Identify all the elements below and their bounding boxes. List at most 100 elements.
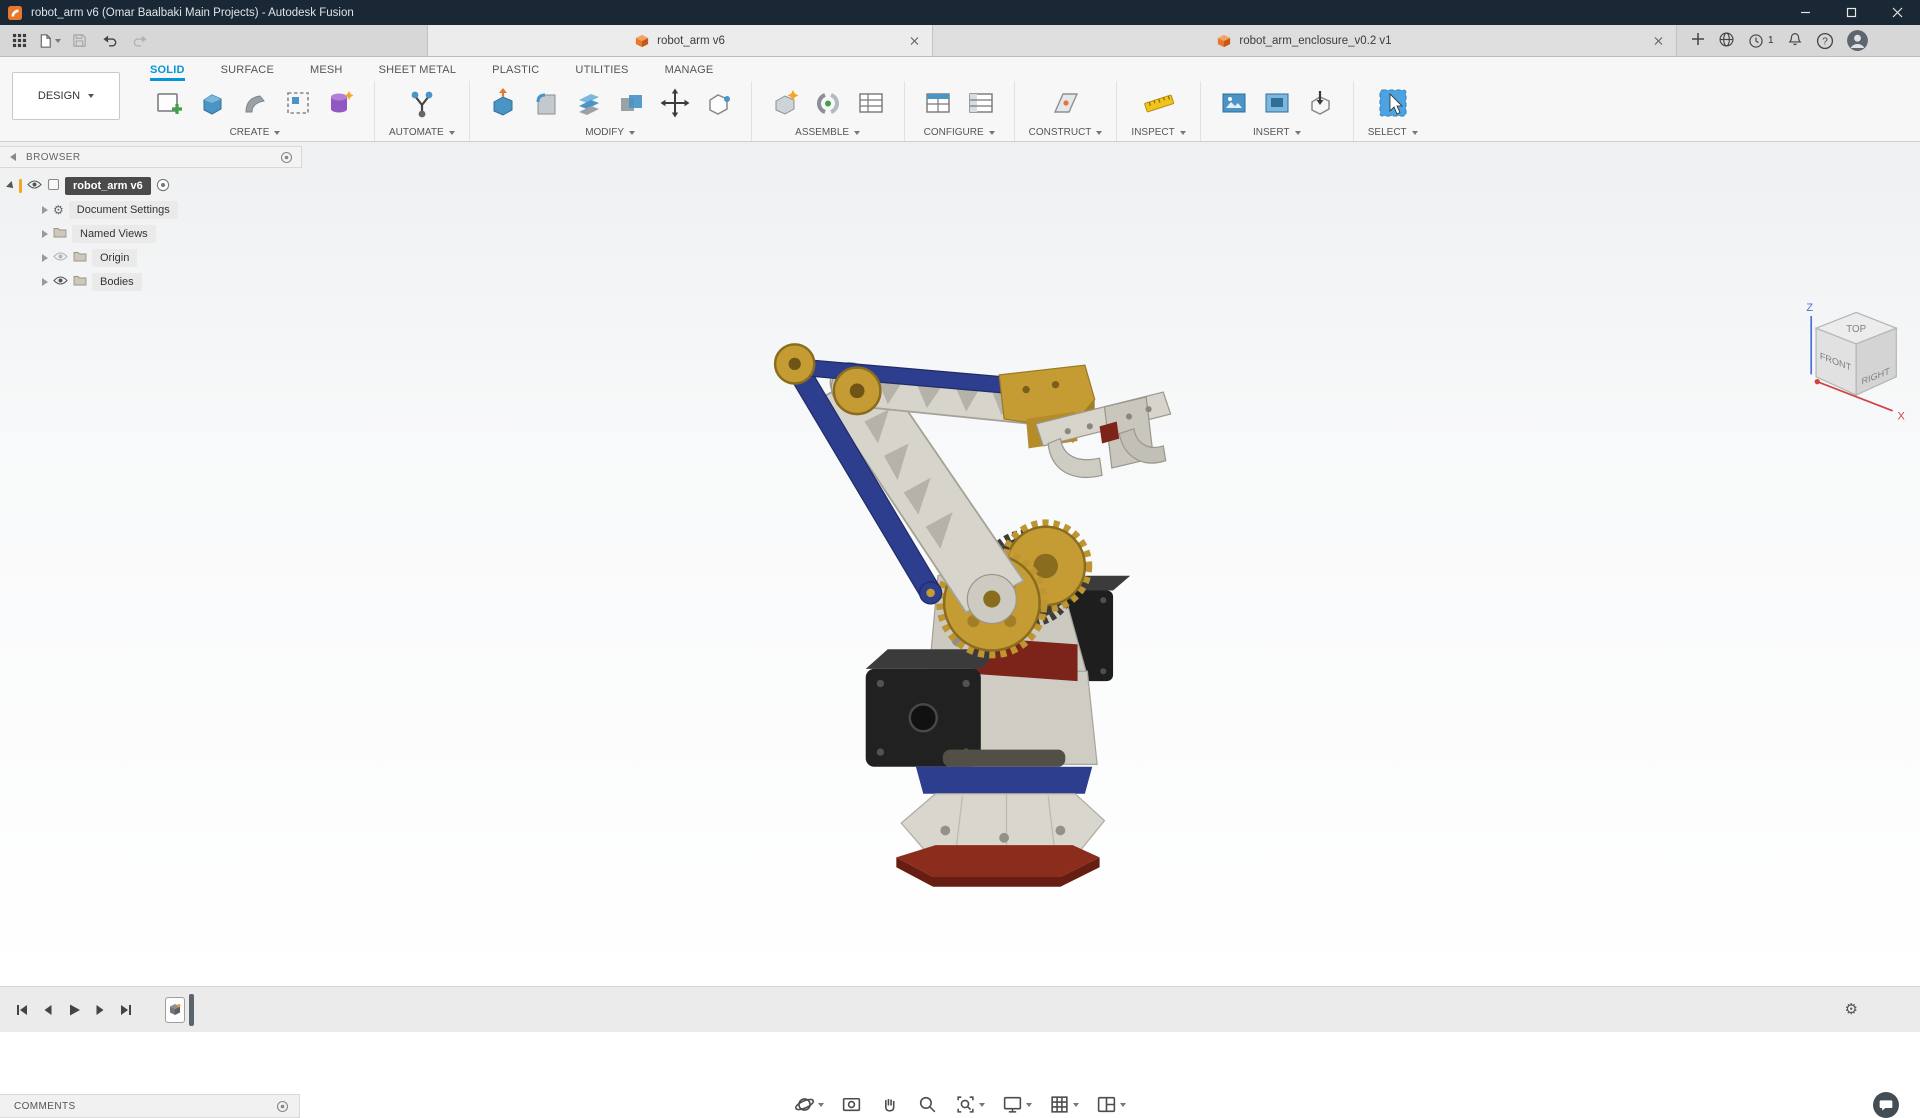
expand-icon[interactable]	[42, 254, 48, 262]
minimize-button[interactable]	[1782, 0, 1828, 25]
step-back-button[interactable]	[36, 998, 59, 1021]
document-tab-inactive[interactable]: robot_arm_enclosure_v0.2 v1	[933, 25, 1677, 56]
form-button[interactable]	[322, 84, 360, 122]
timeline-feature-marker[interactable]	[165, 996, 185, 1023]
display-settings-button[interactable]	[1000, 1092, 1034, 1117]
construction-plane-button[interactable]	[1047, 84, 1085, 122]
grid-settings-button[interactable]	[1047, 1092, 1081, 1117]
fillet-button[interactable]	[527, 84, 565, 122]
view-cube[interactable]: Z TOP FRONT RIGHT X	[1800, 299, 1916, 423]
browser-item-bodies[interactable]: Bodies	[0, 270, 302, 294]
notifications-button[interactable]	[1787, 31, 1803, 51]
extrude-button[interactable]	[193, 84, 231, 122]
move-button[interactable]	[656, 84, 694, 122]
group-dropdown-inspect[interactable]: INSPECT	[1131, 127, 1186, 138]
file-menu-button[interactable]	[36, 28, 63, 54]
timeline-settings-button[interactable]: ⚙	[1845, 1002, 1858, 1017]
group-dropdown-configure[interactable]: CONFIGURE	[924, 127, 995, 138]
zoom-button[interactable]	[915, 1092, 940, 1117]
model-left-motor[interactable]	[865, 649, 1001, 767]
group-dropdown-select[interactable]: SELECT	[1368, 127, 1418, 138]
pan-button[interactable]	[877, 1092, 902, 1117]
app-grid-button[interactable]	[6, 28, 33, 54]
combine-button[interactable]	[613, 84, 651, 122]
tab-close-button[interactable]	[1651, 33, 1666, 48]
visibility-eye-icon[interactable]	[27, 179, 42, 193]
insert-mesh-button[interactable]	[1301, 84, 1339, 122]
group-dropdown-create[interactable]: CREATE	[230, 127, 281, 138]
document-tab-active[interactable]: robot_arm v6	[427, 25, 933, 56]
user-avatar[interactable]	[1846, 30, 1868, 51]
undo-button[interactable]	[96, 28, 123, 54]
browser-item-label[interactable]: Named Views	[72, 225, 156, 243]
group-dropdown-insert[interactable]: INSERT	[1253, 127, 1301, 138]
group-dropdown-assemble[interactable]: ASSEMBLE	[795, 127, 861, 138]
automate-button[interactable]	[403, 84, 441, 122]
measure-button[interactable]	[1140, 84, 1178, 122]
maximize-button[interactable]	[1828, 0, 1874, 25]
shell-button[interactable]	[570, 84, 608, 122]
viewports-button[interactable]	[1094, 1092, 1128, 1117]
browser-options-button[interactable]	[280, 151, 293, 164]
browser-item-label[interactable]: Bodies	[92, 273, 142, 291]
press-pull-button[interactable]	[484, 84, 522, 122]
expand-icon[interactable]	[42, 230, 48, 238]
model-gripper[interactable]	[998, 364, 1172, 479]
create-sketch-button[interactable]	[150, 84, 188, 122]
pattern-button[interactable]	[279, 84, 317, 122]
offset-face-button[interactable]	[699, 84, 737, 122]
step-forward-button[interactable]	[88, 998, 111, 1021]
expand-icon[interactable]	[42, 278, 48, 286]
group-dropdown-construct[interactable]: CONSTRUCT	[1029, 127, 1103, 138]
save-button[interactable]	[66, 28, 93, 54]
bom-button[interactable]	[852, 84, 890, 122]
insert-canvas-button[interactable]	[1215, 84, 1253, 122]
joint-button[interactable]	[809, 84, 847, 122]
new-component-button[interactable]	[766, 84, 804, 122]
comments-options-button[interactable]	[276, 1100, 289, 1113]
configuration-table-button[interactable]	[919, 84, 957, 122]
model-base[interactable]	[896, 749, 1106, 887]
configuration-vars-button[interactable]	[962, 84, 1000, 122]
browser-item-label[interactable]: Document Settings	[68, 201, 178, 219]
group-dropdown-modify[interactable]: MODIFY	[585, 127, 636, 138]
tab-mesh[interactable]: MESH	[310, 64, 343, 81]
browser-item-label[interactable]: Origin	[92, 249, 138, 267]
browser-root-row[interactable]: robot_arm v6	[0, 174, 302, 198]
look-at-button[interactable]	[839, 1092, 864, 1117]
extensions-globe-button[interactable]	[1718, 31, 1735, 51]
insert-decal-button[interactable]	[1258, 84, 1296, 122]
job-status-button[interactable]: 1	[1748, 33, 1774, 49]
tab-solid[interactable]: SOLID	[150, 64, 185, 81]
tab-close-button[interactable]	[907, 33, 922, 48]
visibility-eye-off-icon[interactable]	[53, 251, 68, 265]
help-button[interactable]: ?	[1816, 32, 1834, 50]
workspace-selector[interactable]: DESIGN	[12, 72, 120, 120]
visibility-eye-icon[interactable]	[53, 275, 68, 289]
sweep-button[interactable]	[236, 84, 274, 122]
comments-panel[interactable]: COMMENTS	[0, 1094, 300, 1118]
browser-root-label[interactable]: robot_arm v6	[65, 177, 151, 195]
expand-icon[interactable]	[6, 181, 16, 191]
tab-surface[interactable]: SURFACE	[221, 64, 274, 81]
activate-component-radio[interactable]	[156, 178, 170, 195]
play-button[interactable]	[62, 998, 85, 1021]
tab-utilities[interactable]: UTILITIES	[575, 64, 628, 81]
new-tab-button[interactable]	[1691, 32, 1705, 49]
tab-plastic[interactable]: PLASTIC	[492, 64, 539, 81]
timeline-playhead[interactable]	[189, 993, 194, 1026]
orbit-button[interactable]	[792, 1092, 826, 1117]
assistant-button[interactable]	[1873, 1092, 1899, 1118]
go-to-start-button[interactable]	[10, 998, 33, 1021]
close-button[interactable]	[1874, 0, 1920, 25]
browser-item-named-views[interactable]: Named Views	[0, 222, 302, 246]
tab-sheet-metal[interactable]: SHEET METAL	[379, 64, 457, 81]
redo-button[interactable]	[126, 28, 153, 54]
collapse-panel-icon[interactable]	[10, 153, 16, 161]
group-dropdown-automate[interactable]: AUTOMATE	[389, 127, 455, 138]
select-button[interactable]	[1374, 84, 1412, 122]
browser-item-document-settings[interactable]: ⚙ Document Settings	[0, 198, 302, 222]
expand-icon[interactable]	[42, 206, 48, 214]
fit-button[interactable]	[953, 1092, 987, 1117]
tab-manage[interactable]: MANAGE	[665, 64, 714, 81]
